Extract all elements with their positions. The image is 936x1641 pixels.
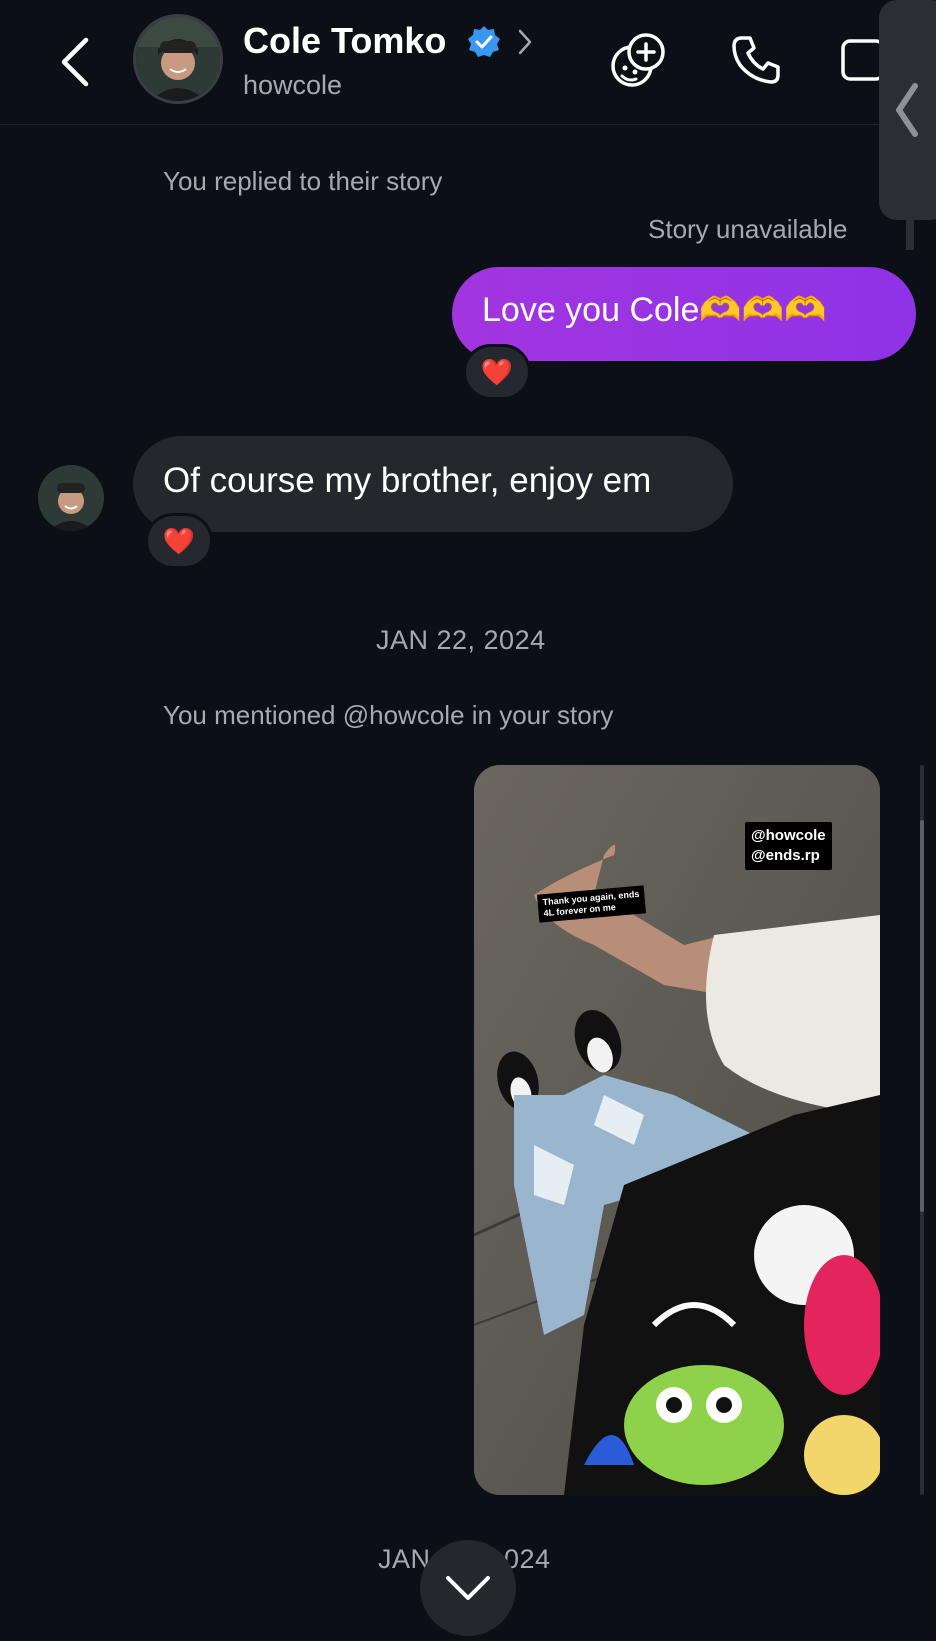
heart-icon: ❤️: [480, 356, 514, 387]
contact-avatar[interactable]: [133, 14, 223, 104]
contact-handle[interactable]: howcole: [243, 70, 342, 101]
story-reply-note: You replied to their story: [163, 166, 443, 196]
effects-icon[interactable]: [608, 30, 668, 90]
scroll-to-bottom-button[interactable]: [420, 1540, 516, 1636]
verified-badge-icon: [468, 26, 500, 57]
side-panel-handle[interactable]: [879, 0, 936, 220]
story-mention-card[interactable]: @howcole @ends.rp Thank you again, ends …: [474, 765, 880, 1495]
story-photo: [474, 765, 880, 1495]
scrollbar-thumb[interactable]: [920, 820, 924, 1212]
chevron-left-icon: [896, 83, 918, 137]
outgoing-message-text: Love you Cole🫶🫶🫶: [482, 291, 827, 329]
sender-avatar[interactable]: [38, 465, 104, 531]
date-separator: JAN 22, 2024: [376, 625, 546, 655]
story-mention-tags: @howcole @ends.rp: [745, 822, 832, 870]
phone-icon[interactable]: [728, 32, 784, 88]
chevron-down-icon: [446, 1576, 490, 1600]
story-mention-note: You mentioned @howcole in your story: [163, 700, 614, 730]
message-reaction[interactable]: ❤️: [145, 513, 213, 569]
back-icon[interactable]: [58, 36, 94, 88]
incoming-message-text: Of course my brother, enjoy em: [163, 461, 652, 500]
contact-name[interactable]: Cole Tomko: [243, 20, 446, 62]
mention-tag: @ends.rp: [751, 847, 820, 864]
message-reaction[interactable]: ❤️: [463, 344, 531, 400]
video-icon[interactable]: [840, 38, 880, 82]
story-unavailable-label: Story unavailable: [648, 214, 848, 244]
chevron-right-icon[interactable]: [515, 28, 535, 56]
mention-tag: @howcole: [751, 827, 826, 844]
heart-icon: ❤️: [162, 525, 196, 556]
side-panel-edge: [906, 210, 914, 250]
